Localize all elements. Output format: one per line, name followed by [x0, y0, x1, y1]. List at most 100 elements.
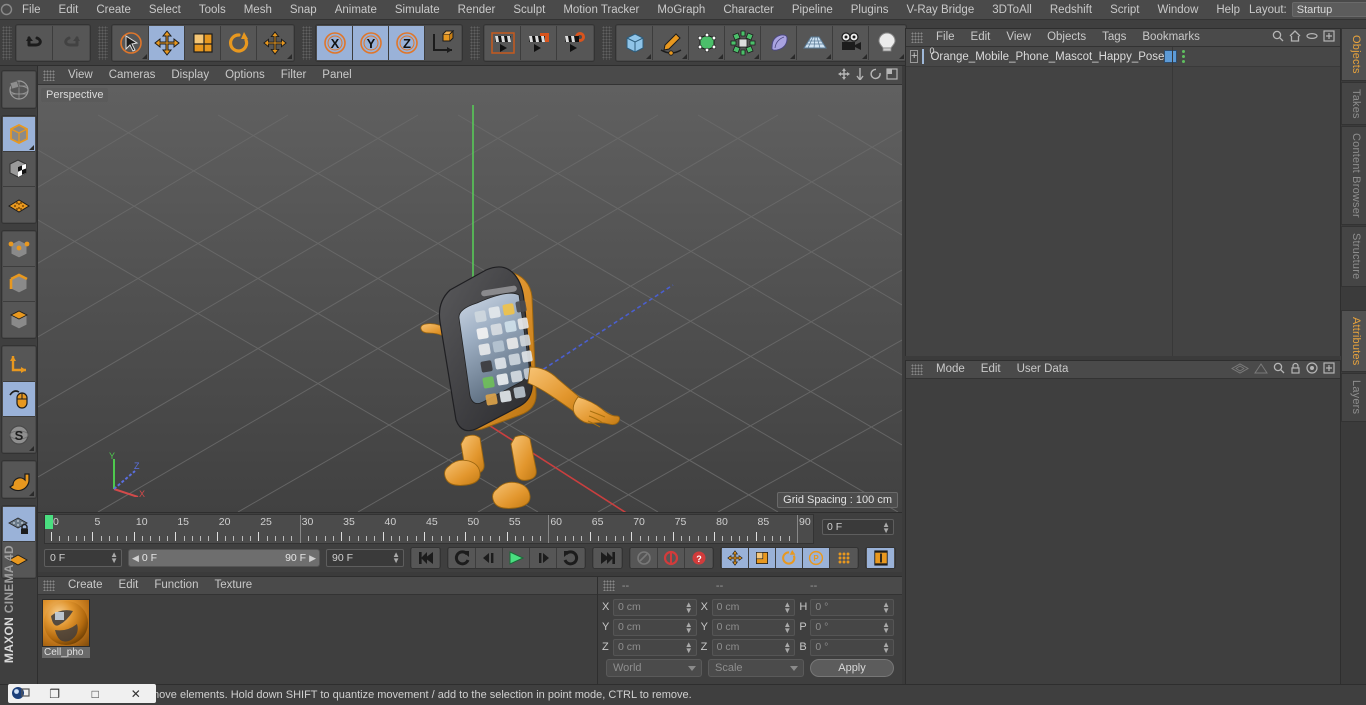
- range-left-arrow-icon[interactable]: ◀: [132, 553, 139, 564]
- render-picture-viewer-button[interactable]: [521, 25, 557, 60]
- viewport-menu-filter[interactable]: Filter: [273, 66, 315, 85]
- object-menu-bookmarks[interactable]: Bookmarks: [1134, 28, 1208, 47]
- menu-window[interactable]: Window: [1148, 0, 1207, 20]
- size-x-input[interactable]: 0 cm ▲ ▼: [711, 598, 796, 616]
- toolbar-drag-handle[interactable]: [2, 25, 12, 60]
- timeline-frame-field[interactable]: 0 F ▲ ▼: [822, 519, 894, 535]
- viewport-drag-handle[interactable]: [43, 69, 55, 81]
- preview-range-slider[interactable]: ◀ 0 F 90 F ▶: [128, 549, 320, 567]
- menu-create[interactable]: Create: [87, 0, 140, 20]
- edges-mode-button[interactable]: [2, 267, 35, 302]
- key-pla-button[interactable]: [830, 548, 857, 568]
- add-layer-icon[interactable]: [1323, 30, 1335, 45]
- toolbar-drag-handle-5[interactable]: [602, 25, 612, 60]
- move-tool-button[interactable]: [149, 25, 185, 60]
- add-icon[interactable]: [1323, 362, 1335, 377]
- menu-edit[interactable]: Edit: [50, 0, 88, 20]
- expand-toggle-icon[interactable]: +: [910, 50, 919, 63]
- render-view-button[interactable]: [485, 25, 521, 60]
- workplane-mode-button[interactable]: [2, 187, 35, 222]
- search-icon[interactable]: [1273, 362, 1285, 377]
- lock-icon[interactable]: [1290, 362, 1301, 377]
- object-menu-edit[interactable]: Edit: [963, 28, 999, 47]
- move-view-icon[interactable]: [838, 67, 850, 83]
- generator-button[interactable]: [689, 25, 725, 60]
- tab-objects[interactable]: Objects: [1341, 28, 1366, 81]
- timeline-playhead[interactable]: [45, 515, 53, 529]
- stepper-icon-7[interactable]: ▲ ▼: [685, 620, 693, 634]
- material-thumbnail[interactable]: [42, 599, 90, 647]
- step-forward-button[interactable]: [530, 548, 557, 568]
- menu-sculpt[interactable]: Sculpt: [504, 0, 554, 20]
- tab-content-browser[interactable]: Content Browser: [1341, 126, 1366, 226]
- nav-up-icon[interactable]: [1254, 362, 1268, 377]
- undo-button[interactable]: [17, 25, 53, 60]
- stepper-icon-10[interactable]: ▲ ▼: [685, 640, 693, 654]
- menu-mesh[interactable]: Mesh: [235, 0, 281, 20]
- record-key-button[interactable]: [631, 548, 658, 568]
- live-selection-button[interactable]: [113, 25, 149, 60]
- keyframe-help-button[interactable]: ?: [685, 548, 712, 568]
- tab-takes[interactable]: Takes: [1341, 81, 1366, 126]
- apply-button[interactable]: Apply: [810, 659, 894, 677]
- pen-spline-button[interactable]: [653, 25, 689, 60]
- key-position-button[interactable]: [722, 548, 749, 568]
- stepper-icon-5[interactable]: ▲ ▼: [783, 600, 791, 614]
- object-menu-objects[interactable]: Objects: [1039, 28, 1094, 47]
- toolbar-drag-handle-4[interactable]: [470, 25, 480, 60]
- attributes-menu-edit[interactable]: Edit: [973, 360, 1009, 379]
- size-y-input[interactable]: 0 cm ▲ ▼: [711, 618, 796, 636]
- menu-file[interactable]: File: [13, 0, 50, 20]
- menu-animate[interactable]: Animate: [326, 0, 386, 20]
- menu-help[interactable]: Help: [1207, 0, 1249, 20]
- polygons-mode-button[interactable]: [2, 302, 35, 337]
- step-back-button[interactable]: [476, 548, 503, 568]
- menu-tools[interactable]: Tools: [190, 0, 235, 20]
- toolbar-drag-handle-3[interactable]: [302, 25, 312, 60]
- pos-y-input[interactable]: 0 cm ▲ ▼: [613, 618, 697, 636]
- material-menu-texture[interactable]: Texture: [206, 576, 260, 595]
- cube-primitive-button[interactable]: [617, 25, 653, 60]
- tab-structure[interactable]: Structure: [1341, 226, 1366, 287]
- object-manager-drag-handle[interactable]: [911, 32, 923, 43]
- maximize-view-icon[interactable]: [886, 67, 898, 83]
- window-close-button[interactable]: ✕: [115, 687, 156, 701]
- viewport-menu-options[interactable]: Options: [217, 66, 273, 85]
- axis-modification-button[interactable]: [2, 347, 35, 382]
- stepper-icon-12[interactable]: ▲ ▼: [882, 640, 890, 654]
- scale-view-icon[interactable]: [854, 67, 866, 83]
- render-settings-button[interactable]: [557, 25, 593, 60]
- window-maximize-button[interactable]: □: [75, 687, 116, 701]
- deformer-button[interactable]: [725, 25, 761, 60]
- viewport-menu-cameras[interactable]: Cameras: [101, 66, 164, 85]
- menu-script[interactable]: Script: [1101, 0, 1148, 20]
- stepper-icon-3[interactable]: ▲ ▼: [392, 551, 400, 565]
- menu-render[interactable]: Render: [449, 0, 505, 20]
- object-menu-file[interactable]: File: [928, 28, 963, 47]
- menu-character[interactable]: Character: [714, 0, 783, 20]
- object-tree[interactable]: + Orange_Mobile_Phone_Mascot_Happy_Pose: [906, 46, 1340, 356]
- object-row[interactable]: + Orange_Mobile_Phone_Mascot_Happy_Pose: [906, 46, 1340, 67]
- stepper-icon-8[interactable]: ▲ ▼: [783, 620, 791, 634]
- soft-selection-button[interactable]: S: [2, 417, 35, 452]
- coordinates-drag-handle[interactable]: [603, 580, 615, 591]
- material-item[interactable]: Cell_pho: [42, 599, 90, 658]
- search-icon[interactable]: [1272, 30, 1284, 45]
- scale-tool-button[interactable]: [185, 25, 221, 60]
- menu-simulate[interactable]: Simulate: [386, 0, 449, 20]
- max-frame-input[interactable]: 90 F ▲ ▼: [326, 549, 404, 567]
- viewport-menu-view[interactable]: View: [60, 66, 101, 85]
- menu-vray-bridge[interactable]: V-Ray Bridge: [897, 0, 983, 20]
- y-axis-lock-button[interactable]: Y: [353, 25, 389, 60]
- viewport-menu-panel[interactable]: Panel: [314, 66, 359, 85]
- stepper-icon-6[interactable]: ▲ ▼: [882, 600, 890, 614]
- key-scale-button[interactable]: [749, 548, 776, 568]
- material-tag-icon[interactable]: [1164, 50, 1178, 63]
- pos-z-input[interactable]: 0 cm ▲ ▼: [613, 638, 697, 656]
- attributes-menu-mode[interactable]: Mode: [928, 360, 973, 379]
- material-menu-function[interactable]: Function: [146, 576, 206, 595]
- home-icon[interactable]: [1289, 30, 1301, 45]
- tab-layers[interactable]: Layers: [1341, 373, 1366, 422]
- object-menu-view[interactable]: View: [998, 28, 1039, 47]
- rot-h-input[interactable]: 0 ° ▲ ▼: [810, 598, 895, 616]
